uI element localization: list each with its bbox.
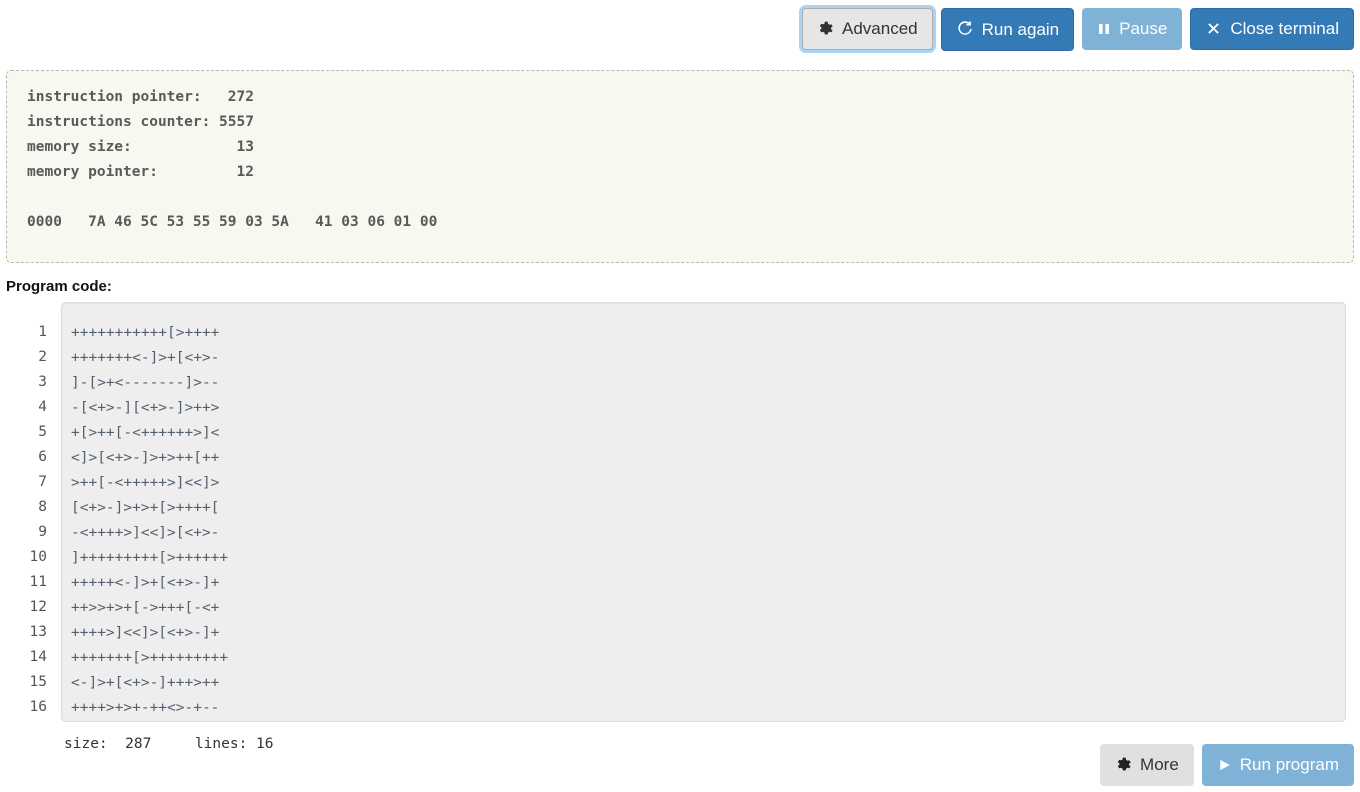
editor-code-line[interactable]: ++++>]<<]>[<+>-]+ bbox=[71, 621, 1345, 646]
editor-line-number: 2 bbox=[38, 349, 47, 365]
run-program-button[interactable]: Run program bbox=[1201, 744, 1354, 786]
editor-code-line[interactable]: -[<+>-][<+>-]>++> bbox=[71, 396, 1345, 421]
editor-code-line[interactable]: ++++>+>+-++<>-+-- bbox=[71, 696, 1345, 721]
editor-line-number: 8 bbox=[38, 499, 47, 515]
program-code-label: Program code: bbox=[6, 278, 112, 295]
editor-line-number: 9 bbox=[38, 524, 47, 540]
editor-code-line[interactable]: <]>[<+>-]>+>++[++ bbox=[71, 446, 1345, 471]
gear-icon bbox=[1115, 756, 1132, 773]
advanced-button[interactable]: Advanced bbox=[802, 8, 933, 50]
editor-line-number: 7 bbox=[38, 474, 47, 490]
editor-code-line[interactable]: ++>>+>+[->+++[-<+ bbox=[71, 596, 1345, 621]
terminal-output-text: instruction pointer: 272 instructions co… bbox=[27, 89, 438, 230]
advanced-button-label: Advanced bbox=[842, 19, 918, 38]
editor-line-number: 4 bbox=[38, 399, 47, 415]
editor-line-number: 15 bbox=[29, 674, 47, 690]
editor-code-line[interactable]: ]+++++++++[>++++++ bbox=[71, 546, 1345, 571]
editor-line-number: 5 bbox=[38, 424, 47, 440]
bottom-toolbar: More Run program bbox=[1100, 744, 1354, 786]
editor-code-line[interactable]: >++[-<+++++>]<<]> bbox=[71, 471, 1345, 496]
editor-line-number: 14 bbox=[29, 649, 47, 665]
editor-line-number: 1 bbox=[38, 324, 47, 340]
editor-line-number-gutter: 1 2 3 4 5 6 7 8 9 10 11 12 13 14 15 16 bbox=[0, 302, 61, 722]
run-again-button-label: Run again bbox=[981, 19, 1060, 39]
more-button[interactable]: More bbox=[1100, 744, 1194, 786]
close-terminal-button-label: Close terminal bbox=[1230, 19, 1339, 38]
editor-code-line[interactable]: [<+>-]>+>+[>++++[ bbox=[71, 496, 1345, 521]
program-code-editor[interactable]: +++++++++++[>++++ +++++++<-]>+[<+>-]-[>+<… bbox=[61, 302, 1346, 722]
editor-status-line: size: 287 lines: 16 bbox=[64, 736, 274, 752]
editor-line-number: 6 bbox=[38, 449, 47, 465]
close-x-icon bbox=[1205, 20, 1222, 37]
run-again-button[interactable]: Run again bbox=[940, 8, 1075, 51]
editor-line-number: 10 bbox=[29, 549, 47, 565]
pause-button[interactable]: Pause bbox=[1082, 8, 1183, 50]
editor-line-number: 16 bbox=[29, 699, 47, 715]
refresh-icon bbox=[956, 20, 974, 38]
editor-code-line[interactable]: +++++++[>+++++++++ bbox=[71, 646, 1345, 671]
editor-line-number: 3 bbox=[38, 374, 47, 390]
editor-code-line[interactable]: +++++<-]>+[<+>-]+ bbox=[71, 571, 1345, 596]
editor-code-lines[interactable]: +++++++++++[>++++ +++++++<-]>+[<+>-]-[>+<… bbox=[62, 303, 1345, 721]
pause-button-label: Pause bbox=[1119, 19, 1168, 38]
editor-line-number: 12 bbox=[29, 599, 47, 615]
run-program-button-label: Run program bbox=[1239, 755, 1339, 774]
pause-icon bbox=[1097, 21, 1111, 37]
editor-code-line[interactable]: +++++++<-]>+[<+>- bbox=[71, 346, 1345, 371]
gear-icon bbox=[817, 20, 834, 37]
editor-code-line[interactable]: <-]>+[<+>-]+++>++ bbox=[71, 671, 1345, 696]
editor-code-line[interactable]: ]-[>+<-------]>-- bbox=[71, 371, 1345, 396]
play-icon bbox=[1217, 757, 1232, 773]
editor-line-number: 11 bbox=[29, 574, 47, 590]
editor-line-number: 13 bbox=[29, 624, 47, 640]
top-toolbar: Advanced Run again Pause Close terminal bbox=[802, 8, 1354, 51]
close-terminal-button[interactable]: Close terminal bbox=[1190, 8, 1354, 50]
editor-code-line[interactable]: +[>++[-<++++++>]< bbox=[71, 421, 1345, 446]
program-runner-page: Advanced Run again Pause Close terminal … bbox=[0, 0, 1360, 792]
more-button-label: More bbox=[1140, 755, 1179, 774]
editor-code-line[interactable]: -<++++>]<<]>[<+>- bbox=[71, 521, 1345, 546]
editor-code-line[interactable]: +++++++++++[>++++ bbox=[71, 321, 1345, 346]
terminal-output-panel: instruction pointer: 272 instructions co… bbox=[6, 70, 1354, 263]
